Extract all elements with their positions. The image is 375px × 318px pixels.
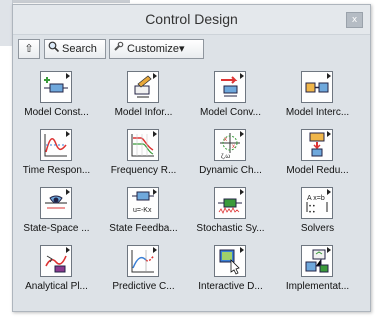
palette-item-label: Analytical Pl... bbox=[25, 281, 88, 292]
wrench-icon bbox=[113, 40, 124, 58]
palette-item-label: Model Const... bbox=[24, 107, 89, 118]
palette-item-time-response[interactable]: Time Respon... bbox=[13, 129, 100, 187]
palette-item-label: Model Redu... bbox=[286, 165, 349, 176]
state-feedback-icon: u=-Kx bbox=[127, 187, 159, 219]
palette-item-predictive-control[interactable]: Predictive C... bbox=[100, 245, 187, 303]
model-information-icon bbox=[127, 71, 159, 103]
implementation-icon bbox=[301, 245, 333, 277]
search-button[interactable]: Search bbox=[44, 39, 106, 59]
svg-text:x: x bbox=[224, 137, 227, 143]
control-design-palette: Control Design x ⇧ Search Customize▾ Mod… bbox=[12, 4, 371, 312]
state-space-icon bbox=[40, 187, 72, 219]
solvers-icon: A x=b • • • • bbox=[301, 187, 333, 219]
svg-text:A x=b: A x=b bbox=[307, 195, 325, 202]
palette-item-state-feedback[interactable]: u=-Kx State Feedba... bbox=[100, 187, 187, 245]
palette-item-state-space[interactable]: State-Space ... bbox=[13, 187, 100, 245]
palette-item-model-reduction[interactable]: Model Redu... bbox=[274, 129, 361, 187]
palette-item-label: Implementat... bbox=[285, 281, 350, 292]
up-arrow-icon: ⇧ bbox=[24, 43, 34, 55]
time-response-icon bbox=[40, 129, 72, 161]
palette-item-frequency-response[interactable]: Frequency R... bbox=[100, 129, 187, 187]
palette-item-analytical-plant[interactable]: Analytical Pl... bbox=[13, 245, 100, 303]
close-button[interactable]: x bbox=[346, 12, 363, 28]
palette-item-dynamic-characteristics[interactable]: x x ζ,ω Dynamic Ch... bbox=[187, 129, 274, 187]
svg-text:ζ,ω: ζ,ω bbox=[221, 154, 230, 160]
svg-text:u=-Kx: u=-Kx bbox=[133, 207, 152, 214]
dynamic-characteristics-icon: x x ζ,ω bbox=[214, 129, 246, 161]
up-button[interactable]: ⇧ bbox=[18, 39, 40, 59]
customize-button[interactable]: Customize▾ bbox=[109, 39, 204, 59]
title-bar[interactable]: Control Design x bbox=[13, 5, 370, 35]
palette-item-label: Model Conv... bbox=[200, 107, 261, 118]
palette-item-label: Model Infor... bbox=[114, 107, 173, 118]
analytical-plant-icon bbox=[40, 245, 72, 277]
svg-text:• •: • • bbox=[309, 210, 315, 216]
svg-text:x: x bbox=[232, 144, 235, 150]
palette-item-label: State-Space ... bbox=[23, 223, 90, 234]
model-conversion-icon bbox=[214, 71, 246, 103]
palette-item-label: Interactive D... bbox=[198, 281, 263, 292]
palette-item-implementation[interactable]: Implementat... bbox=[274, 245, 361, 303]
palette-title: Control Design bbox=[145, 11, 238, 27]
palette-item-label: Frequency R... bbox=[110, 165, 177, 176]
palette-item-label: Dynamic Ch... bbox=[199, 165, 262, 176]
palette-item-interactive-design[interactable]: Interactive D... bbox=[187, 245, 274, 303]
model-interconnection-icon bbox=[301, 71, 333, 103]
customize-button-label: Customize▾ bbox=[127, 43, 185, 55]
predictive-control-icon bbox=[127, 245, 159, 277]
stochastic-systems-icon bbox=[214, 187, 246, 219]
palette-item-label: Predictive C... bbox=[112, 281, 175, 292]
palette-item-model-interconnection[interactable]: Model Interc... bbox=[274, 71, 361, 129]
search-button-label: Search bbox=[62, 43, 97, 55]
palette-item-label: Time Respon... bbox=[22, 165, 91, 176]
palette-item-model-information[interactable]: Model Infor... bbox=[100, 71, 187, 129]
background-window-edge bbox=[0, 0, 130, 3]
palette-item-label: Solvers bbox=[300, 223, 335, 234]
interactive-design-icon bbox=[214, 245, 246, 277]
palette-item-label: Model Interc... bbox=[285, 107, 350, 118]
palette-item-label: Stochastic Sy... bbox=[196, 223, 265, 234]
model-construction-icon bbox=[40, 71, 72, 103]
palette-item-stochastic-systems[interactable]: Stochastic Sy... bbox=[187, 187, 274, 245]
frequency-response-icon bbox=[127, 129, 159, 161]
palette-item-solvers[interactable]: A x=b • • • • Solvers bbox=[274, 187, 361, 245]
palette-item-model-conversion[interactable]: Model Conv... bbox=[187, 71, 274, 129]
model-reduction-icon bbox=[301, 129, 333, 161]
search-icon bbox=[48, 40, 60, 58]
palette-item-label: State Feedba... bbox=[109, 223, 178, 234]
palette-item-model-construction[interactable]: Model Const... bbox=[13, 71, 100, 129]
